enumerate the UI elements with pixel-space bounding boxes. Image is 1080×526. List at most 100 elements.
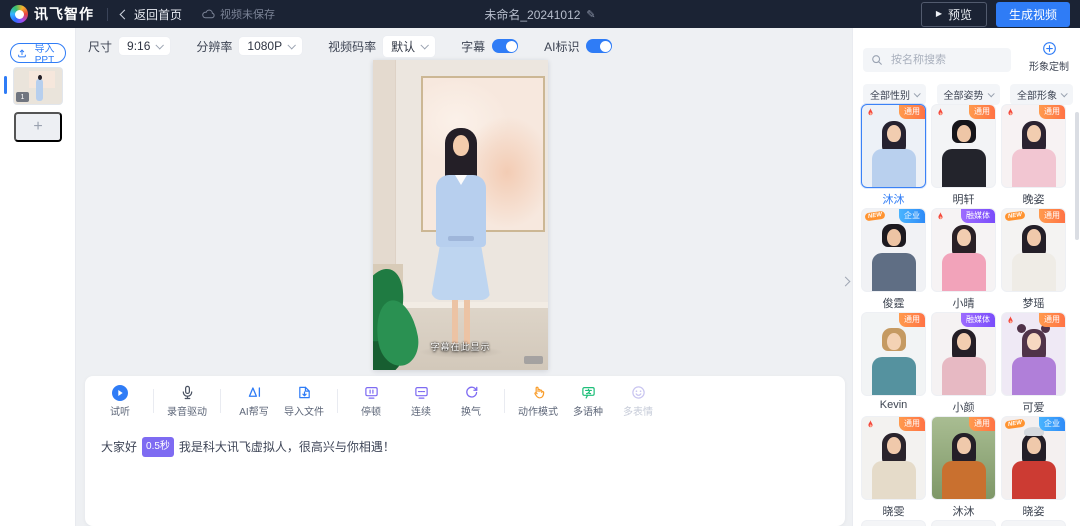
tool-gesture[interactable]: 动作模式 — [513, 384, 563, 418]
avatar-card[interactable] — [931, 520, 996, 526]
avatar-card[interactable]: NEW 企业 — [1001, 416, 1066, 500]
tool-import-file[interactable]: 导入文件 — [279, 384, 329, 418]
play-triangle-icon: ▶ — [936, 10, 942, 18]
avatar-card[interactable]: NEW 企业 — [861, 208, 926, 292]
subtitle-toggle[interactable] — [492, 39, 518, 53]
ai-watermark — [524, 356, 543, 364]
avatar-name: 小晴 — [931, 295, 996, 311]
filter-dropdown-0[interactable]: 全部性别 — [863, 84, 926, 105]
avatar-card[interactable]: NEW通用 — [1001, 208, 1066, 292]
subtitle-label: 字幕 — [461, 38, 485, 55]
script-segment: 我是科大讯飞虚拟人，很高兴与你相遇！ — [179, 438, 395, 456]
edit-icon[interactable]: ✎ — [586, 8, 595, 21]
plus-circle-icon — [1042, 41, 1057, 56]
avatar-tag: 通用 — [1039, 313, 1065, 327]
avatar-card[interactable]: 通用 — [931, 416, 996, 500]
pause-marker[interactable]: 0.5秒 — [142, 437, 174, 457]
add-slide-button[interactable]: + — [14, 112, 62, 142]
avatar-card[interactable] — [861, 520, 926, 526]
avatar-name: 沐沐 — [931, 503, 996, 519]
hot-icon — [935, 211, 946, 222]
editor-tools: 试听录音驱动 AI帮写导入文件停顿连续换气动作模式多语种多表情 — [85, 376, 845, 422]
gesture-icon — [531, 384, 546, 401]
tool-pause[interactable]: 停顿 — [346, 384, 396, 418]
import-file-icon — [297, 384, 312, 401]
avatar-name: 沐沐 — [861, 191, 926, 207]
back-home-button[interactable]: 返回首页 — [121, 6, 182, 23]
collapse-panel-handle[interactable] — [842, 272, 849, 290]
ai-badge-toggle[interactable] — [586, 39, 612, 53]
preview-button[interactable]: ▶ 预览 — [921, 2, 987, 27]
avatar-card[interactable]: 通用 — [931, 104, 996, 188]
divider — [220, 389, 221, 413]
chevron-down-icon — [421, 41, 429, 49]
hot-icon — [865, 107, 876, 118]
mic-icon — [180, 384, 195, 401]
video-settings-toolbar: 尺寸 9:16 分辨率 1080P 视频码率 默认 字幕 — [88, 35, 612, 57]
hot-icon — [935, 107, 946, 118]
subtitle-placeholder[interactable]: 字幕在此显示 — [373, 340, 548, 353]
slide-thumbnail[interactable]: 1 — [14, 68, 62, 104]
avatar-name: 可爱 — [1001, 399, 1066, 415]
slide-number-badge: 1 — [16, 92, 29, 102]
avatar-tag: 融媒体 — [961, 313, 995, 327]
tool-breath[interactable]: 换气 — [446, 384, 496, 418]
tool-mic[interactable]: 录音驱动 — [162, 384, 212, 418]
app-window: 讯飞智作 返回首页 视频未保存 未命名_20241012 ✎ ▶ 预览 生成视频… — [0, 0, 1080, 526]
chevron-down-icon — [156, 41, 164, 49]
topbar: 讯飞智作 返回首页 视频未保存 未命名_20241012 ✎ ▶ 预览 生成视频 — [0, 0, 1080, 28]
pause-icon — [364, 384, 379, 401]
tool-multilingual[interactable]: 多语种 — [563, 384, 613, 418]
size-dropdown[interactable]: 9:16 — [119, 37, 170, 55]
avatar-search — [863, 48, 1011, 72]
tool-continuous[interactable]: 连续 — [396, 384, 446, 418]
breath-icon — [464, 384, 479, 401]
avatar-card[interactable]: 通用 — [1001, 104, 1066, 188]
resolution-dropdown[interactable]: 1080P — [239, 37, 302, 55]
avatar-card[interactable]: 融媒体 — [931, 208, 996, 292]
import-ppt-button[interactable]: 导入PPT — [10, 43, 66, 63]
avatar-tag: 企业 — [899, 209, 925, 223]
search-input[interactable] — [889, 53, 1003, 67]
avatar-card[interactable]: 融媒体 — [931, 312, 996, 396]
avatar-tag: 通用 — [1039, 105, 1065, 119]
chevron-down-icon — [914, 90, 921, 97]
hot-icon — [865, 419, 876, 430]
script-editor-panel: 试听录音驱动 AI帮写导入文件停顿连续换气动作模式多语种多表情 大家好0.5秒我是… — [85, 376, 845, 526]
script-text[interactable]: 大家好0.5秒我是科大讯飞虚拟人，很高兴与你相遇！ — [85, 422, 845, 457]
avatar-card[interactable]: 通用 — [861, 312, 926, 396]
chevron-down-icon — [1061, 90, 1068, 97]
slides-sidebar: 导入PPT 1 + — [0, 28, 76, 526]
cloud-icon — [202, 9, 215, 20]
divider — [504, 389, 505, 413]
avatar-tag: 通用 — [899, 105, 925, 119]
avatar-card[interactable]: 通用 — [1001, 312, 1066, 396]
expression-icon — [631, 384, 646, 401]
avatar-name: Kevin — [861, 399, 926, 411]
avatar-tag: 通用 — [899, 417, 925, 431]
avatar-tag: 通用 — [899, 313, 925, 327]
tool-play[interactable]: 试听 — [95, 384, 145, 418]
filter-dropdown-1[interactable]: 全部姿势 — [937, 84, 1000, 105]
customize-avatar-button[interactable]: 形象定制 — [1029, 41, 1069, 73]
new-icon: NEW — [865, 211, 886, 222]
avatar-tag: 企业 — [1039, 417, 1065, 431]
app-logo: 讯飞智作 — [0, 4, 94, 24]
new-icon: NEW — [1005, 419, 1026, 430]
multilingual-icon — [581, 384, 596, 401]
divider — [337, 389, 338, 413]
generate-video-button[interactable]: 生成视频 — [996, 2, 1070, 27]
avatar-tag: 通用 — [1039, 209, 1065, 223]
avatar-card[interactable] — [1001, 520, 1066, 526]
tool-expression: 多表情 — [613, 384, 663, 418]
video-preview-canvas[interactable]: 字幕在此显示 — [373, 60, 548, 370]
filter-dropdown-2[interactable]: 全部形象 — [1010, 84, 1073, 105]
avatar-card[interactable]: 通用 — [861, 416, 926, 500]
avatar-card[interactable]: 通用 — [861, 104, 926, 188]
bitrate-dropdown[interactable]: 默认 — [383, 36, 435, 57]
tool-ai-write[interactable]: AI帮写 — [229, 384, 279, 418]
hot-icon — [1005, 315, 1016, 326]
app-name: 讯飞智作 — [34, 4, 94, 24]
scrollbar[interactable] — [1075, 112, 1079, 240]
logo-icon — [10, 5, 28, 23]
